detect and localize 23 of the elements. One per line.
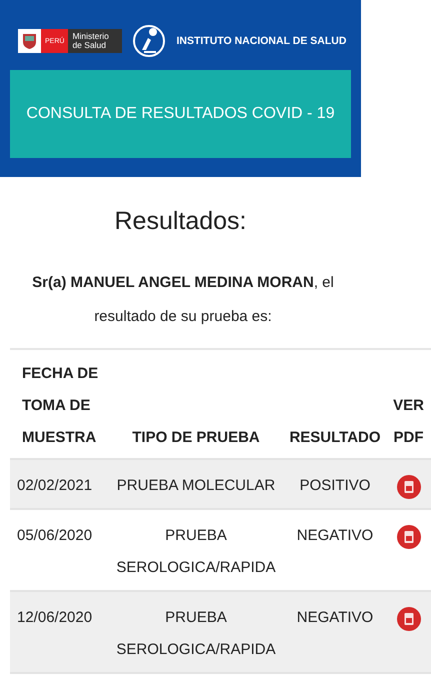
pdf-download-button[interactable] <box>396 475 420 499</box>
table-cell-text: NEGATIVO <box>296 608 374 628</box>
table-cell-text: PRUEBA SEROLOGICA/RAPIDA <box>115 526 277 578</box>
table-cell-text: 05/06/2020 <box>16 526 94 546</box>
intro-text: Sr(a) MANUEL ANGEL MEDINA MORAN, el resultado de su prueba es: <box>31 273 335 327</box>
table-cell-text: NEGATIVO <box>296 526 374 546</box>
table-cell-text: POSITIVO <box>298 476 372 496</box>
pdf-download-button[interactable] <box>396 607 420 631</box>
column-header: VER PDF <box>392 396 425 448</box>
table-cell-text: 12/06/2020 <box>16 608 94 628</box>
table-cell-text: PRUEBA MOLECULAR <box>116 476 276 496</box>
coat-of-arms-icon <box>18 29 41 53</box>
table-cell-text: PRUEBA SEROLOGICA/RAPIDA <box>115 608 277 660</box>
column-header: TIPO DE PRUEBA <box>131 428 261 448</box>
pdf-download-button[interactable] <box>396 525 420 549</box>
column-header: RESULTADO <box>288 428 382 448</box>
results-heading: Resultados: <box>113 207 248 236</box>
table-cell-text: 02/02/2021 <box>16 476 94 496</box>
page-title: CONSULTA DE RESULTADOS COVID - 19 <box>10 70 351 158</box>
ministry-name: Ministerio de Salud <box>71 30 110 52</box>
column-header: FECHA DE TOMA DE MUESTRA <box>21 364 100 448</box>
institute-logo-icon <box>132 24 166 58</box>
institute-name: INSTITUTO NACIONAL DE SALUD <box>176 35 346 47</box>
